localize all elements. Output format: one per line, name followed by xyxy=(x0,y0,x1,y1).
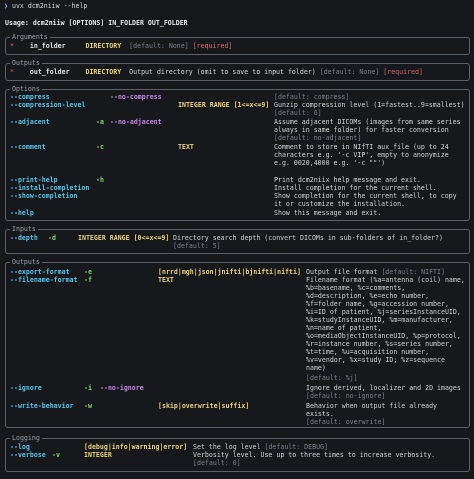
logging-title: Logging xyxy=(10,434,42,443)
arguments-title: Arguments xyxy=(10,33,50,42)
prompt-chevron-icon: ❯ xyxy=(4,2,8,10)
verbose-type: INTEGER xyxy=(84,451,112,459)
depth-default: [default: 5] xyxy=(173,242,221,250)
verbose-default: [default: 0] xyxy=(193,459,241,467)
required-star: * xyxy=(10,68,14,76)
option-depth-short[interactable]: -d xyxy=(48,234,56,242)
outputs-title: Outputs xyxy=(10,258,42,267)
filename-format-default: [default: %j] xyxy=(306,374,358,382)
option-no-compress[interactable]: --no-compress xyxy=(110,93,162,101)
command-text: uvx dcm2niiw --help xyxy=(11,2,88,10)
adjacent-default: [default: no-adjacent] xyxy=(274,134,362,142)
arg-type: DIRECTORY xyxy=(85,42,122,50)
shell-prompt: ❯ uvx dcm2niiw --help xyxy=(4,2,87,10)
depth-type: INTEGER RANGE [0<=x<=9] xyxy=(78,234,170,242)
log-desc: Set the log level xyxy=(193,443,261,451)
option-write-behavior-short[interactable]: -w xyxy=(84,402,92,410)
write-behavior-default: [default: overwrite] xyxy=(306,418,386,426)
filename-format-desc: name) xyxy=(306,364,326,372)
filename-format-desc: %v=vendor, %x=study ID; %z=sequence xyxy=(306,356,445,364)
option-comment-short[interactable]: -c xyxy=(96,143,104,151)
arg-required: [required] xyxy=(192,42,233,50)
arg-name: out_folder xyxy=(29,68,70,76)
option-ignore[interactable]: --ignore xyxy=(10,384,42,392)
show-completion-desc-2: it or customize the installation. xyxy=(274,200,406,208)
outputs-args-title: Outputs xyxy=(10,59,42,68)
option-comment[interactable]: --comment xyxy=(10,143,46,151)
option-adjacent[interactable]: --adjacent xyxy=(10,118,50,126)
usage-text: dcm2niiw [OPTIONS] IN_FOLDER OUT_FOLDER xyxy=(32,19,188,27)
option-verbose[interactable]: --verbose xyxy=(10,451,46,459)
option-compression-level[interactable]: --compression-level xyxy=(10,101,85,109)
option-write-behavior[interactable]: --write-behavior xyxy=(10,402,74,410)
option-depth[interactable]: --depth xyxy=(10,234,38,242)
arg-default: [default: None] xyxy=(319,68,380,76)
option-filename-format-short[interactable]: -f xyxy=(84,276,92,284)
filename-format-type: TEXT xyxy=(158,276,174,284)
option-no-ignore[interactable]: --no-ignore xyxy=(100,384,144,392)
option-show-completion[interactable]: --show-completion xyxy=(10,192,78,200)
ignore-default: [default: no-ignore] xyxy=(306,392,386,400)
option-verbose-short[interactable]: -v xyxy=(52,451,60,459)
arg-default: [default: None] xyxy=(129,42,189,50)
option-adjacent-short[interactable]: -a xyxy=(96,118,104,126)
usage-line: Usage: dcm2niiw [OPTIONS] IN_FOLDER OUT_… xyxy=(5,19,188,27)
option-ignore-short[interactable]: -i xyxy=(84,384,92,392)
comment-type: TEXT xyxy=(178,143,194,151)
required-star: * xyxy=(10,42,14,50)
argument-row-in-folder: * in_folder DIRECTORY [default: None] [r… xyxy=(10,42,232,50)
arg-required: [required] xyxy=(383,68,423,76)
comment-desc-3: e.g. 0020,4000 e.g. '-c ""') xyxy=(274,159,386,167)
option-filename-format[interactable]: --filename-format xyxy=(10,276,78,284)
option-help[interactable]: --help xyxy=(10,209,34,217)
argument-row-out-folder: * out_folder DIRECTORY Output directory … xyxy=(10,68,423,76)
help-desc: Show this message and exit. xyxy=(274,209,382,217)
export-format-default: [default: NIFTI] xyxy=(381,268,445,276)
arg-name: in_folder xyxy=(29,42,66,50)
terminal-window: { "prompt": {"chevron": "❯", "command": … xyxy=(0,0,474,479)
usage-label: Usage: xyxy=(5,19,29,27)
arg-type: DIRECTORY xyxy=(85,68,122,76)
log-default: [default: DEBUG] xyxy=(264,443,329,451)
compression-level-default: [default: 6] xyxy=(274,109,322,117)
option-print-help-short[interactable]: -h xyxy=(96,176,104,184)
inputs-title: Inputs xyxy=(10,225,38,234)
export-format-choices: [nrrd|mgh|json|jnifti|bjnifti|nifti] xyxy=(158,268,301,276)
write-behavior-choices: [skip|overwrite|suffix] xyxy=(158,402,250,410)
compression-level-type: INTEGER RANGE [1<=x<=9] xyxy=(178,101,270,109)
export-format-desc: Output file format xyxy=(306,268,378,276)
option-no-adjacent[interactable]: --no-adjacent xyxy=(110,118,162,126)
arg-desc: Output directory (omit to save to input … xyxy=(129,68,316,76)
